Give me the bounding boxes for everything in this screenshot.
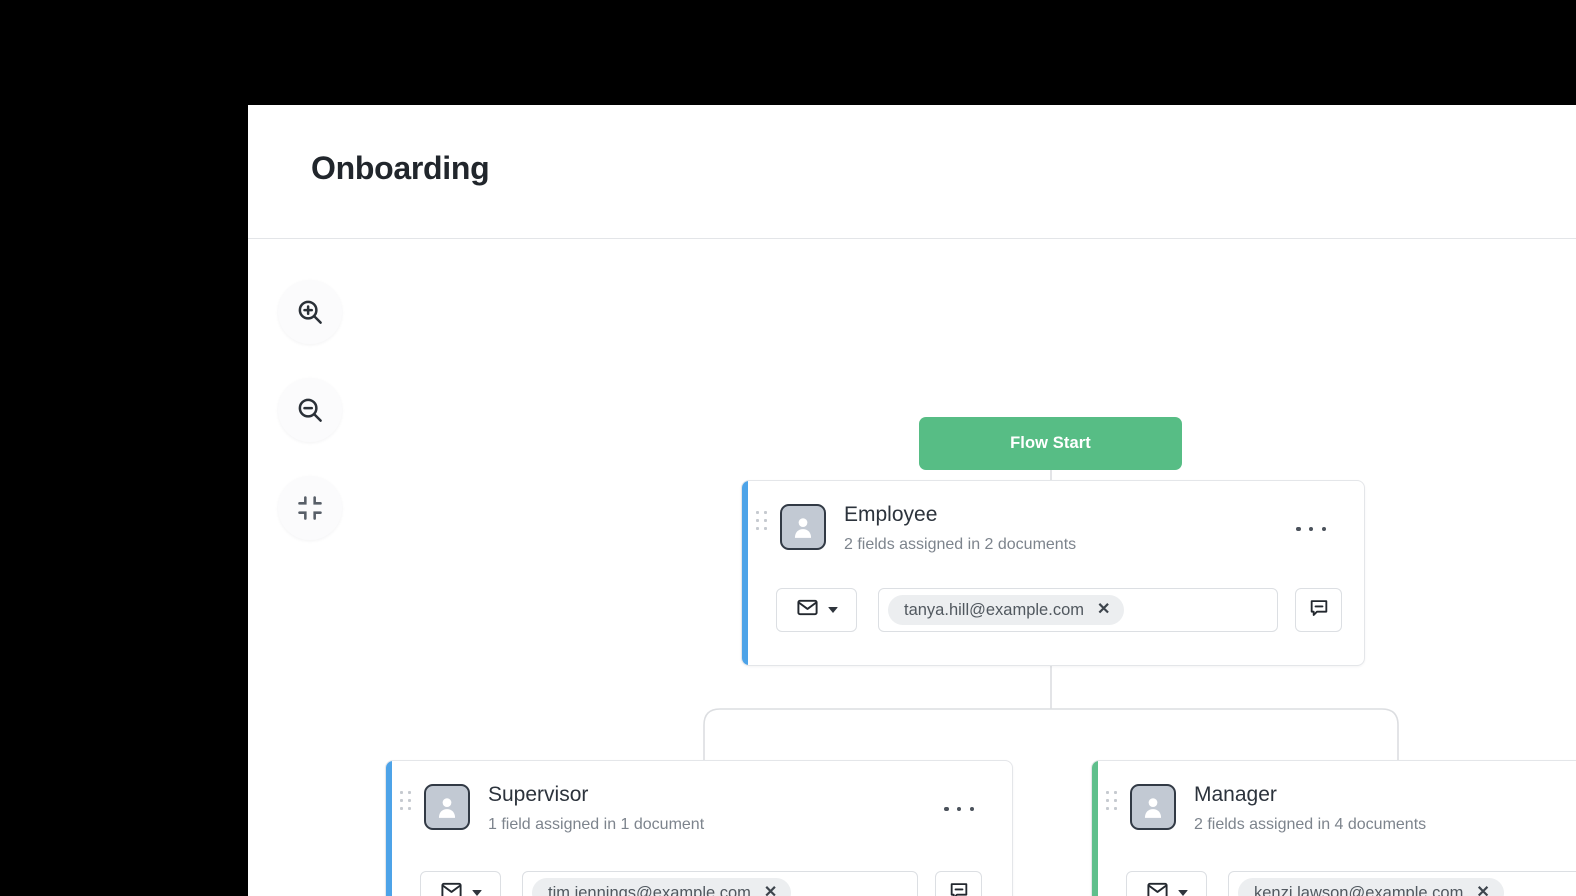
card-header: Supervisor 1 field assigned in 1 documen… [392,761,1012,857]
drag-handle[interactable] [400,791,412,817]
drag-handle[interactable] [1106,791,1118,817]
card-header: Manager 2 fields assigned in 4 documents [1098,761,1576,857]
email-chip-label: kenzi.lawson@example.com [1254,883,1464,896]
delivery-method-select[interactable] [1126,871,1207,896]
zoom-in-button[interactable] [278,280,342,344]
card-header: Employee 2 fields assigned in 2 document… [748,481,1364,577]
delivery-method-select[interactable] [420,871,501,896]
email-chip-remove-icon[interactable]: ✕ [764,885,777,896]
page-title: Onboarding [311,150,490,186]
chevron-down-icon [1177,890,1188,896]
add-comment-button[interactable] [1295,588,1342,632]
flow-start-node[interactable]: Flow Start [919,417,1182,470]
email-chip-label: tim.jennings@example.com [548,883,751,896]
card-options-menu-button[interactable] [1296,519,1326,539]
email-chip: tim.jennings@example.com ✕ [532,878,792,896]
magnifier-minus-icon [295,395,325,425]
envelope-icon [440,879,463,896]
recipient-email-input[interactable]: tim.jennings@example.com ✕ [522,871,918,896]
recipient-avatar-icon [1130,784,1176,830]
collapse-corners-icon [296,494,324,522]
recipient-avatar-icon [780,504,826,550]
envelope-icon [796,596,819,624]
add-comment-button[interactable] [935,871,982,896]
email-chip-remove-icon[interactable]: ✕ [1097,602,1110,618]
screen: Onboarding Flow Start Employee 2 fields … [0,0,1576,896]
flow-canvas[interactable]: Flow Start Employee 2 fields assigned in… [248,240,1576,896]
canvas-zoom-controls [278,280,342,574]
recipient-email-input[interactable]: tanya.hill@example.com ✕ [878,588,1278,632]
card-recipient-row: tanya.hill@example.com ✕ [748,588,1360,632]
chevron-down-icon [827,607,838,613]
role-subtitle: 1 field assigned in 1 document [488,816,705,833]
delivery-method-select[interactable] [776,588,857,632]
recipient-avatar-icon [424,784,470,830]
card-recipient-row: kenzi.lawson@example.com ✕ [1098,871,1576,896]
email-chip-remove-icon[interactable]: ✕ [1476,885,1489,896]
chevron-down-icon [471,890,482,896]
zoom-out-button[interactable] [278,378,342,442]
magnifier-plus-icon [295,297,325,327]
role-subtitle: 2 fields assigned in 4 documents [1194,816,1427,833]
drag-handle[interactable] [756,511,768,537]
fit-to-screen-button[interactable] [278,476,342,540]
comment-bubble-icon [1308,597,1330,624]
email-chip: tanya.hill@example.com ✕ [888,595,1125,625]
envelope-icon [1146,879,1169,896]
role-title: Employee [844,503,938,526]
role-title: Supervisor [488,783,589,806]
role-card-supervisor[interactable]: Supervisor 1 field assigned in 1 documen… [385,760,1013,896]
app-panel: Onboarding Flow Start Employee 2 fields … [248,105,1576,896]
card-recipient-row: tim.jennings@example.com ✕ [392,871,1008,896]
email-chip: kenzi.lawson@example.com ✕ [1238,878,1504,896]
recipient-email-input[interactable]: kenzi.lawson@example.com ✕ [1228,871,1576,896]
email-chip-label: tanya.hill@example.com [904,600,1084,619]
card-options-menu-button[interactable] [944,799,974,819]
page-header: Onboarding [248,105,1576,239]
role-card-employee[interactable]: Employee 2 fields assigned in 2 document… [741,480,1365,666]
comment-bubble-icon [948,880,970,896]
role-subtitle: 2 fields assigned in 2 documents [844,536,1077,553]
role-card-manager[interactable]: Manager 2 fields assigned in 4 documents [1091,760,1576,896]
role-title: Manager [1194,783,1277,806]
